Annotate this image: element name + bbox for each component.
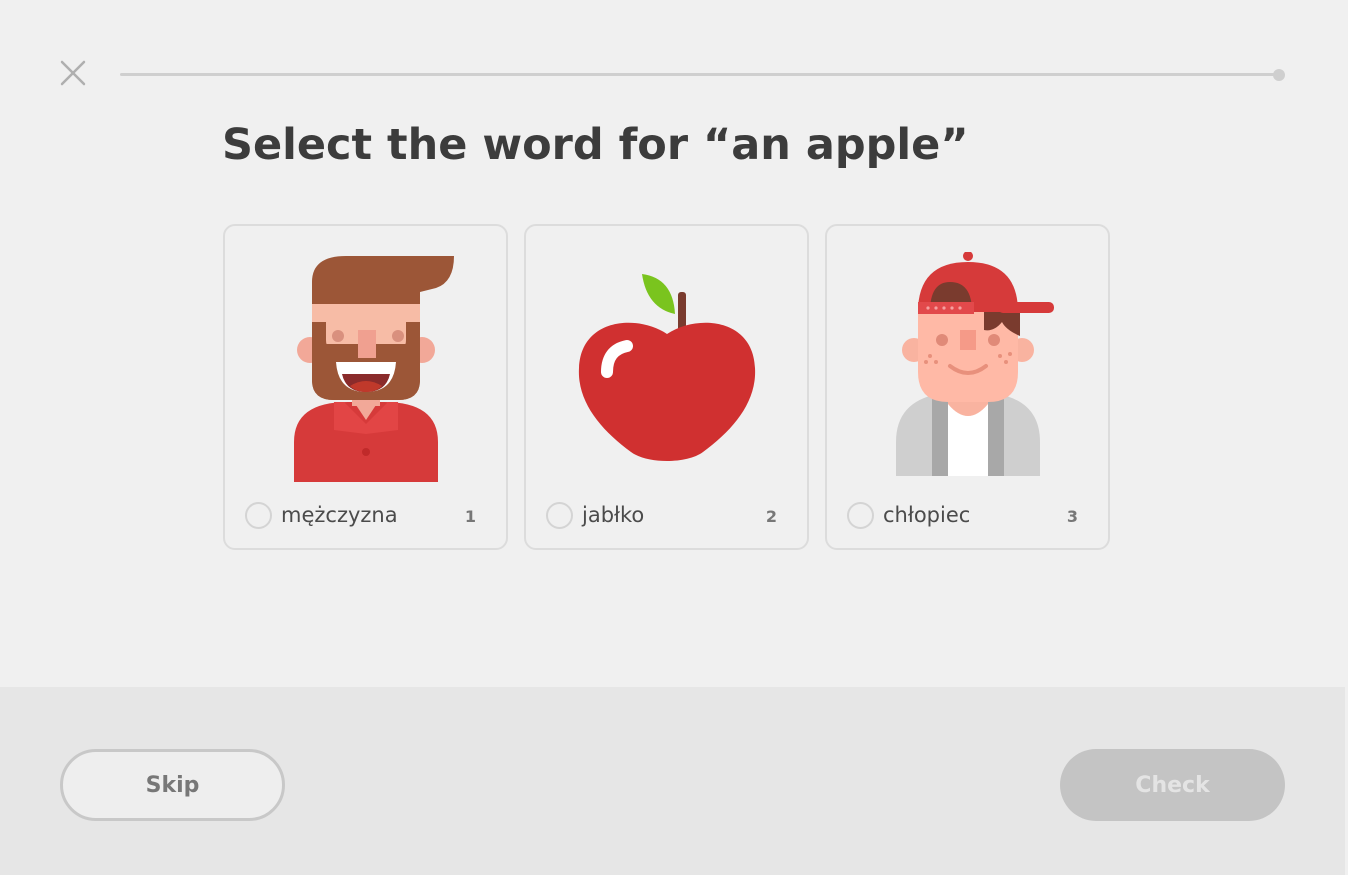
page-title: Select the word for “an apple” (222, 120, 969, 170)
choice-card-3[interactable]: chłopiec 3 (825, 224, 1110, 550)
radio-button[interactable] (546, 502, 573, 529)
choice-shortcut-key: 1 (464, 507, 476, 526)
choice-list: mężczyzna 1 jabłko 2 chłopiec 3 (223, 224, 1110, 550)
choice-shortcut-key: 2 (765, 507, 777, 526)
apple-illustration (578, 274, 755, 461)
choice-word: chłopiec (883, 503, 971, 527)
choice-word: mężczyzna (281, 503, 398, 527)
progress-end-dot (1273, 69, 1285, 81)
radio-button[interactable] (847, 502, 874, 529)
close-icon (60, 60, 86, 86)
progress-bar (120, 73, 1280, 76)
choice-shortcut-key: 3 (1066, 507, 1078, 526)
man-illustration (293, 256, 454, 482)
boy-illustration (895, 252, 1054, 476)
check-button[interactable]: Check (1060, 749, 1285, 821)
close-button[interactable] (58, 58, 88, 88)
choice-card-2[interactable]: jabłko 2 (524, 224, 809, 550)
choice-word: jabłko (582, 503, 645, 527)
choice-card-1[interactable]: mężczyzna 1 (223, 224, 508, 550)
skip-button[interactable]: Skip (60, 749, 285, 821)
radio-button[interactable] (245, 502, 272, 529)
